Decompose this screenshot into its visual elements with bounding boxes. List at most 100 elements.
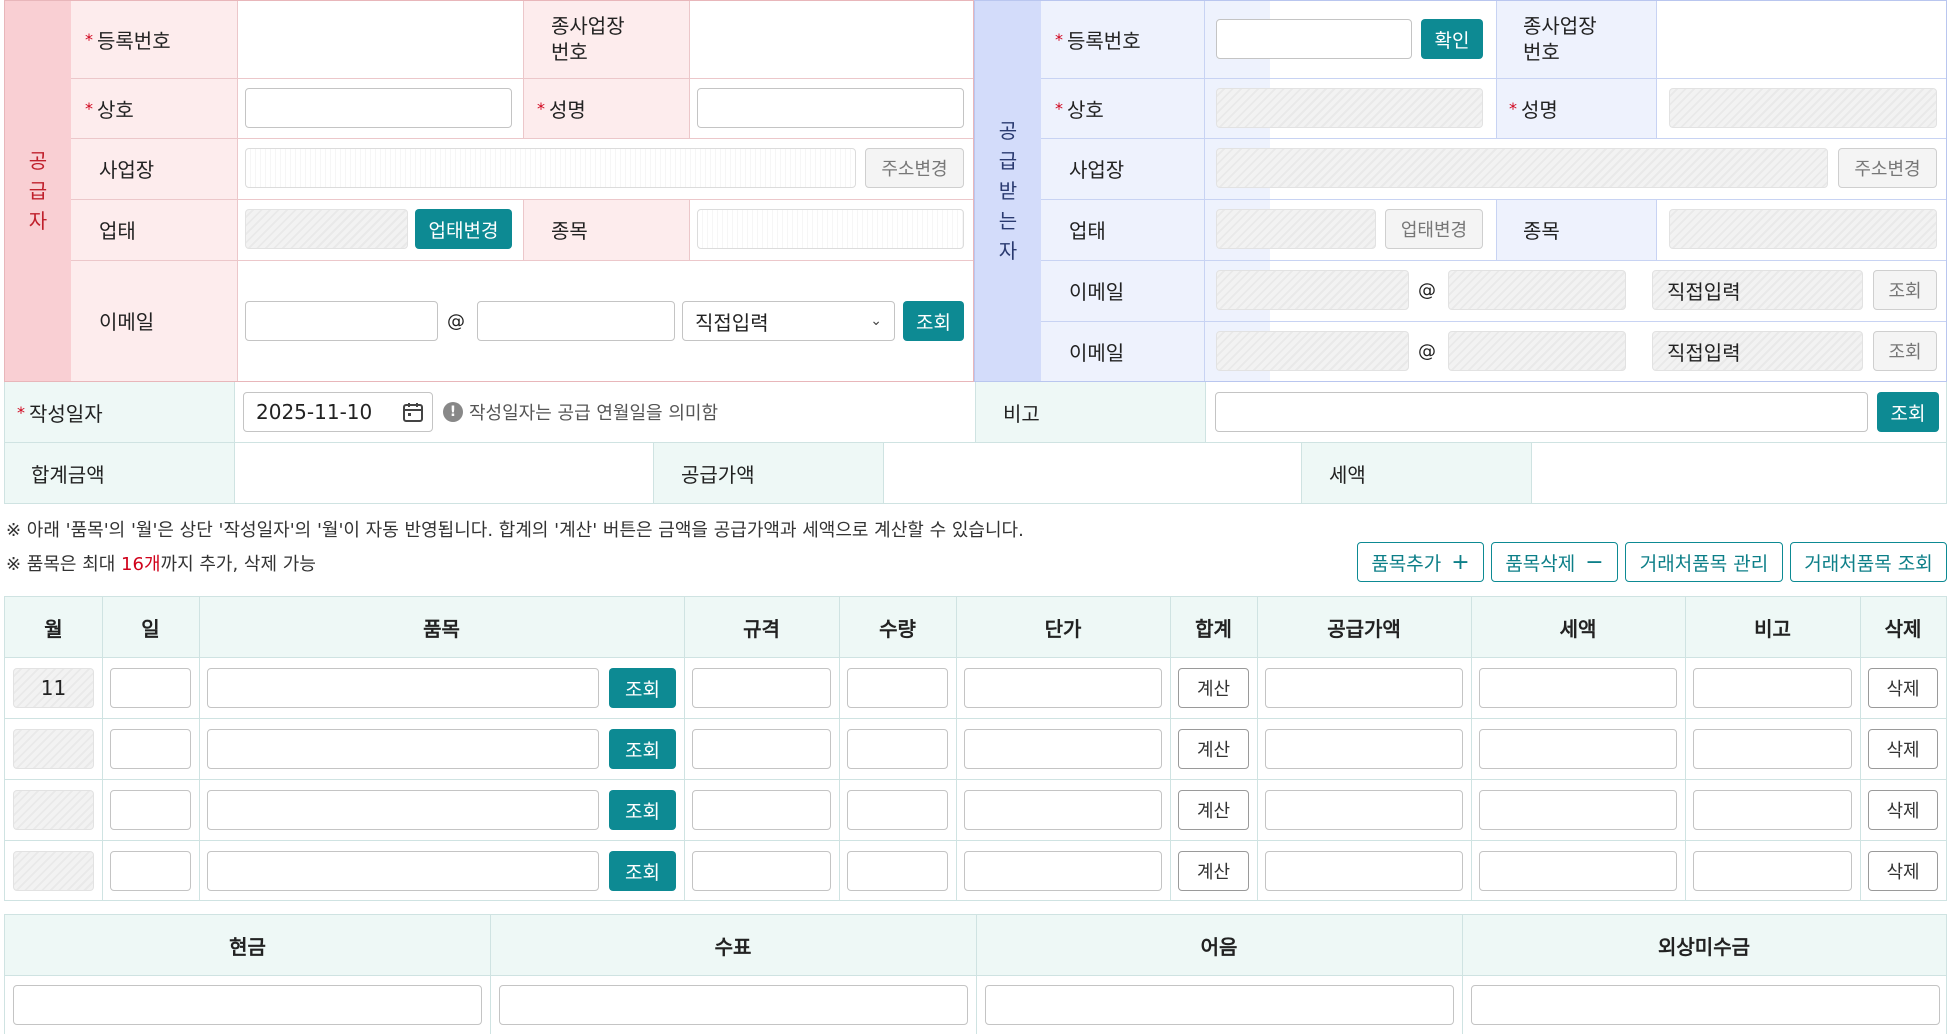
receiver-confirm-button[interactable]: 확인 bbox=[1421, 19, 1483, 59]
receiver-email1-domain-select: 직접입력 bbox=[1652, 270, 1863, 310]
side-char: 는 bbox=[998, 209, 1018, 233]
tax-input[interactable] bbox=[1479, 790, 1677, 830]
receiver-addr-change-button[interactable]: 주소변경 bbox=[1838, 148, 1937, 188]
spec-input[interactable] bbox=[692, 668, 831, 708]
supplier-email-lookup-button[interactable]: 조회 bbox=[903, 301, 964, 341]
delete-row-button[interactable]: 삭제 bbox=[1868, 668, 1938, 708]
totals-row: 합계금액 공급가액 세액 bbox=[4, 443, 1947, 504]
day-input[interactable] bbox=[110, 790, 191, 830]
calc-button[interactable]: 계산 bbox=[1178, 729, 1249, 769]
note-line-2: ※ 품목은 최대 16개까지 추가, 삭제 가능 bbox=[6, 554, 316, 575]
delete-row-button[interactable]: 삭제 bbox=[1868, 790, 1938, 830]
side-char: 자 bbox=[28, 209, 48, 233]
item-lookup-button[interactable]: 조회 bbox=[609, 729, 676, 769]
month-cell bbox=[13, 790, 94, 830]
remark-input[interactable] bbox=[1215, 392, 1868, 432]
item-name-input[interactable] bbox=[207, 668, 599, 708]
cash-input[interactable] bbox=[13, 985, 482, 1025]
manage-partner-items-button[interactable]: 거래처품목 관리 bbox=[1625, 542, 1783, 582]
write-date-input[interactable]: 2025-11-10 bbox=[243, 392, 433, 432]
qty-input[interactable] bbox=[847, 851, 948, 891]
day-input[interactable] bbox=[110, 668, 191, 708]
supplier-company-input[interactable] bbox=[245, 88, 512, 128]
supplier-email-id-input[interactable] bbox=[245, 301, 438, 341]
receiver-bizitem-label: 종목 bbox=[1523, 219, 1560, 243]
supply-amount-input[interactable] bbox=[1265, 668, 1463, 708]
add-item-button[interactable]: 품목추가 + bbox=[1357, 542, 1484, 582]
calc-button[interactable]: 계산 bbox=[1178, 790, 1249, 830]
qty-input[interactable] bbox=[847, 668, 948, 708]
item-lookup-button[interactable]: 조회 bbox=[609, 790, 676, 830]
unit-price-input[interactable] bbox=[964, 729, 1162, 769]
credit-input[interactable] bbox=[1471, 985, 1940, 1025]
remark-input[interactable] bbox=[1693, 851, 1852, 891]
receiver-email2-domain-input bbox=[1448, 331, 1626, 371]
qty-input[interactable] bbox=[847, 790, 948, 830]
item-lookup-button[interactable]: 조회 bbox=[609, 851, 676, 891]
supply-amount-label: 공급가액 bbox=[681, 462, 755, 487]
supplier-addr-change-button[interactable]: 주소변경 bbox=[865, 148, 964, 188]
spec-input[interactable] bbox=[692, 851, 831, 891]
receiver-section: 공 급 받 는 자 * 등록번호 확인 종사업장 번호 * 상호 * 성명 사업장 주… bbox=[974, 0, 1947, 382]
unit-price-input[interactable] bbox=[964, 668, 1162, 708]
spec-input[interactable] bbox=[692, 729, 831, 769]
receiver-email2-lookup-button[interactable]: 조회 bbox=[1873, 331, 1937, 371]
write-date-label: * 작성일자 bbox=[17, 401, 103, 426]
tax-input[interactable] bbox=[1479, 851, 1677, 891]
calc-button[interactable]: 계산 bbox=[1178, 851, 1249, 891]
receiver-branch-label: 종사업장 번호 bbox=[1523, 14, 1597, 64]
receiver-side-header: 공 급 받 는 자 bbox=[975, 1, 1041, 381]
item-lookup-button[interactable]: 조회 bbox=[609, 668, 676, 708]
col-header-total: 합계 bbox=[1195, 616, 1232, 641]
receiver-biz-change-button[interactable]: 업태변경 bbox=[1385, 209, 1483, 249]
tax-amount-label: 세액 bbox=[1329, 462, 1366, 487]
receiver-address-input bbox=[1216, 148, 1828, 188]
receiver-email1-lookup-button[interactable]: 조회 bbox=[1873, 270, 1937, 310]
remark-label: 비고 bbox=[1003, 401, 1040, 426]
receiver-email2-label: 이메일 bbox=[1069, 340, 1125, 365]
month-cell: 11 bbox=[13, 668, 94, 708]
tax-input[interactable] bbox=[1479, 668, 1677, 708]
item-name-input[interactable] bbox=[207, 729, 599, 769]
pay-header-cash: 현금 bbox=[229, 934, 266, 959]
spec-input[interactable] bbox=[692, 790, 831, 830]
calc-button[interactable]: 계산 bbox=[1178, 668, 1249, 708]
receiver-biztype-input bbox=[1216, 209, 1376, 249]
tax-input[interactable] bbox=[1479, 729, 1677, 769]
calendar-icon[interactable] bbox=[402, 401, 424, 423]
unit-price-input[interactable] bbox=[964, 851, 1162, 891]
supplier-email-domain-select[interactable]: 직접입력 ⌄ bbox=[682, 301, 895, 341]
supplier-name-input[interactable] bbox=[697, 88, 964, 128]
supply-amount-input[interactable] bbox=[1265, 729, 1463, 769]
lookup-partner-items-button[interactable]: 거래처품목 조회 bbox=[1790, 542, 1947, 582]
supplier-address-input[interactable] bbox=[245, 148, 856, 188]
qty-input[interactable] bbox=[847, 729, 948, 769]
col-header-remark: 비고 bbox=[1754, 616, 1791, 641]
remark-input[interactable] bbox=[1693, 790, 1852, 830]
supplier-email-domain-input[interactable] bbox=[477, 301, 675, 341]
item-name-input[interactable] bbox=[207, 851, 599, 891]
note-input[interactable] bbox=[985, 985, 1454, 1025]
select-value: 직접입력 bbox=[695, 310, 769, 335]
side-char: 자 bbox=[998, 239, 1018, 263]
remark-lookup-button[interactable]: 조회 bbox=[1877, 392, 1939, 432]
supply-amount-input[interactable] bbox=[1265, 851, 1463, 891]
item-name-input[interactable] bbox=[207, 790, 599, 830]
supplier-biz-change-button[interactable]: 업태변경 bbox=[415, 209, 512, 249]
delete-row-button[interactable]: 삭제 bbox=[1868, 729, 1938, 769]
day-input[interactable] bbox=[110, 729, 191, 769]
remark-input[interactable] bbox=[1693, 729, 1852, 769]
delete-row-button[interactable]: 삭제 bbox=[1868, 851, 1938, 891]
receiver-reg-input[interactable] bbox=[1216, 19, 1412, 59]
write-date-hint: ! 작성일자는 공급 연월일을 의미함 bbox=[443, 382, 718, 442]
remove-item-button[interactable]: 품목삭제 − bbox=[1491, 542, 1618, 582]
supplier-section: 공 급 자 * 등록번호 종사업장 번호 * 상호 * 성명 사업장 주소변경 업태 … bbox=[4, 0, 974, 382]
col-header-supply: 공급가액 bbox=[1327, 616, 1401, 641]
day-input[interactable] bbox=[110, 851, 191, 891]
supply-amount-input[interactable] bbox=[1265, 790, 1463, 830]
unit-price-input[interactable] bbox=[964, 790, 1162, 830]
check-input[interactable] bbox=[499, 985, 968, 1025]
supplier-bizitem-input[interactable] bbox=[697, 209, 964, 249]
supplier-branch-label: 종사업장 번호 bbox=[551, 14, 625, 64]
remark-input[interactable] bbox=[1693, 668, 1852, 708]
